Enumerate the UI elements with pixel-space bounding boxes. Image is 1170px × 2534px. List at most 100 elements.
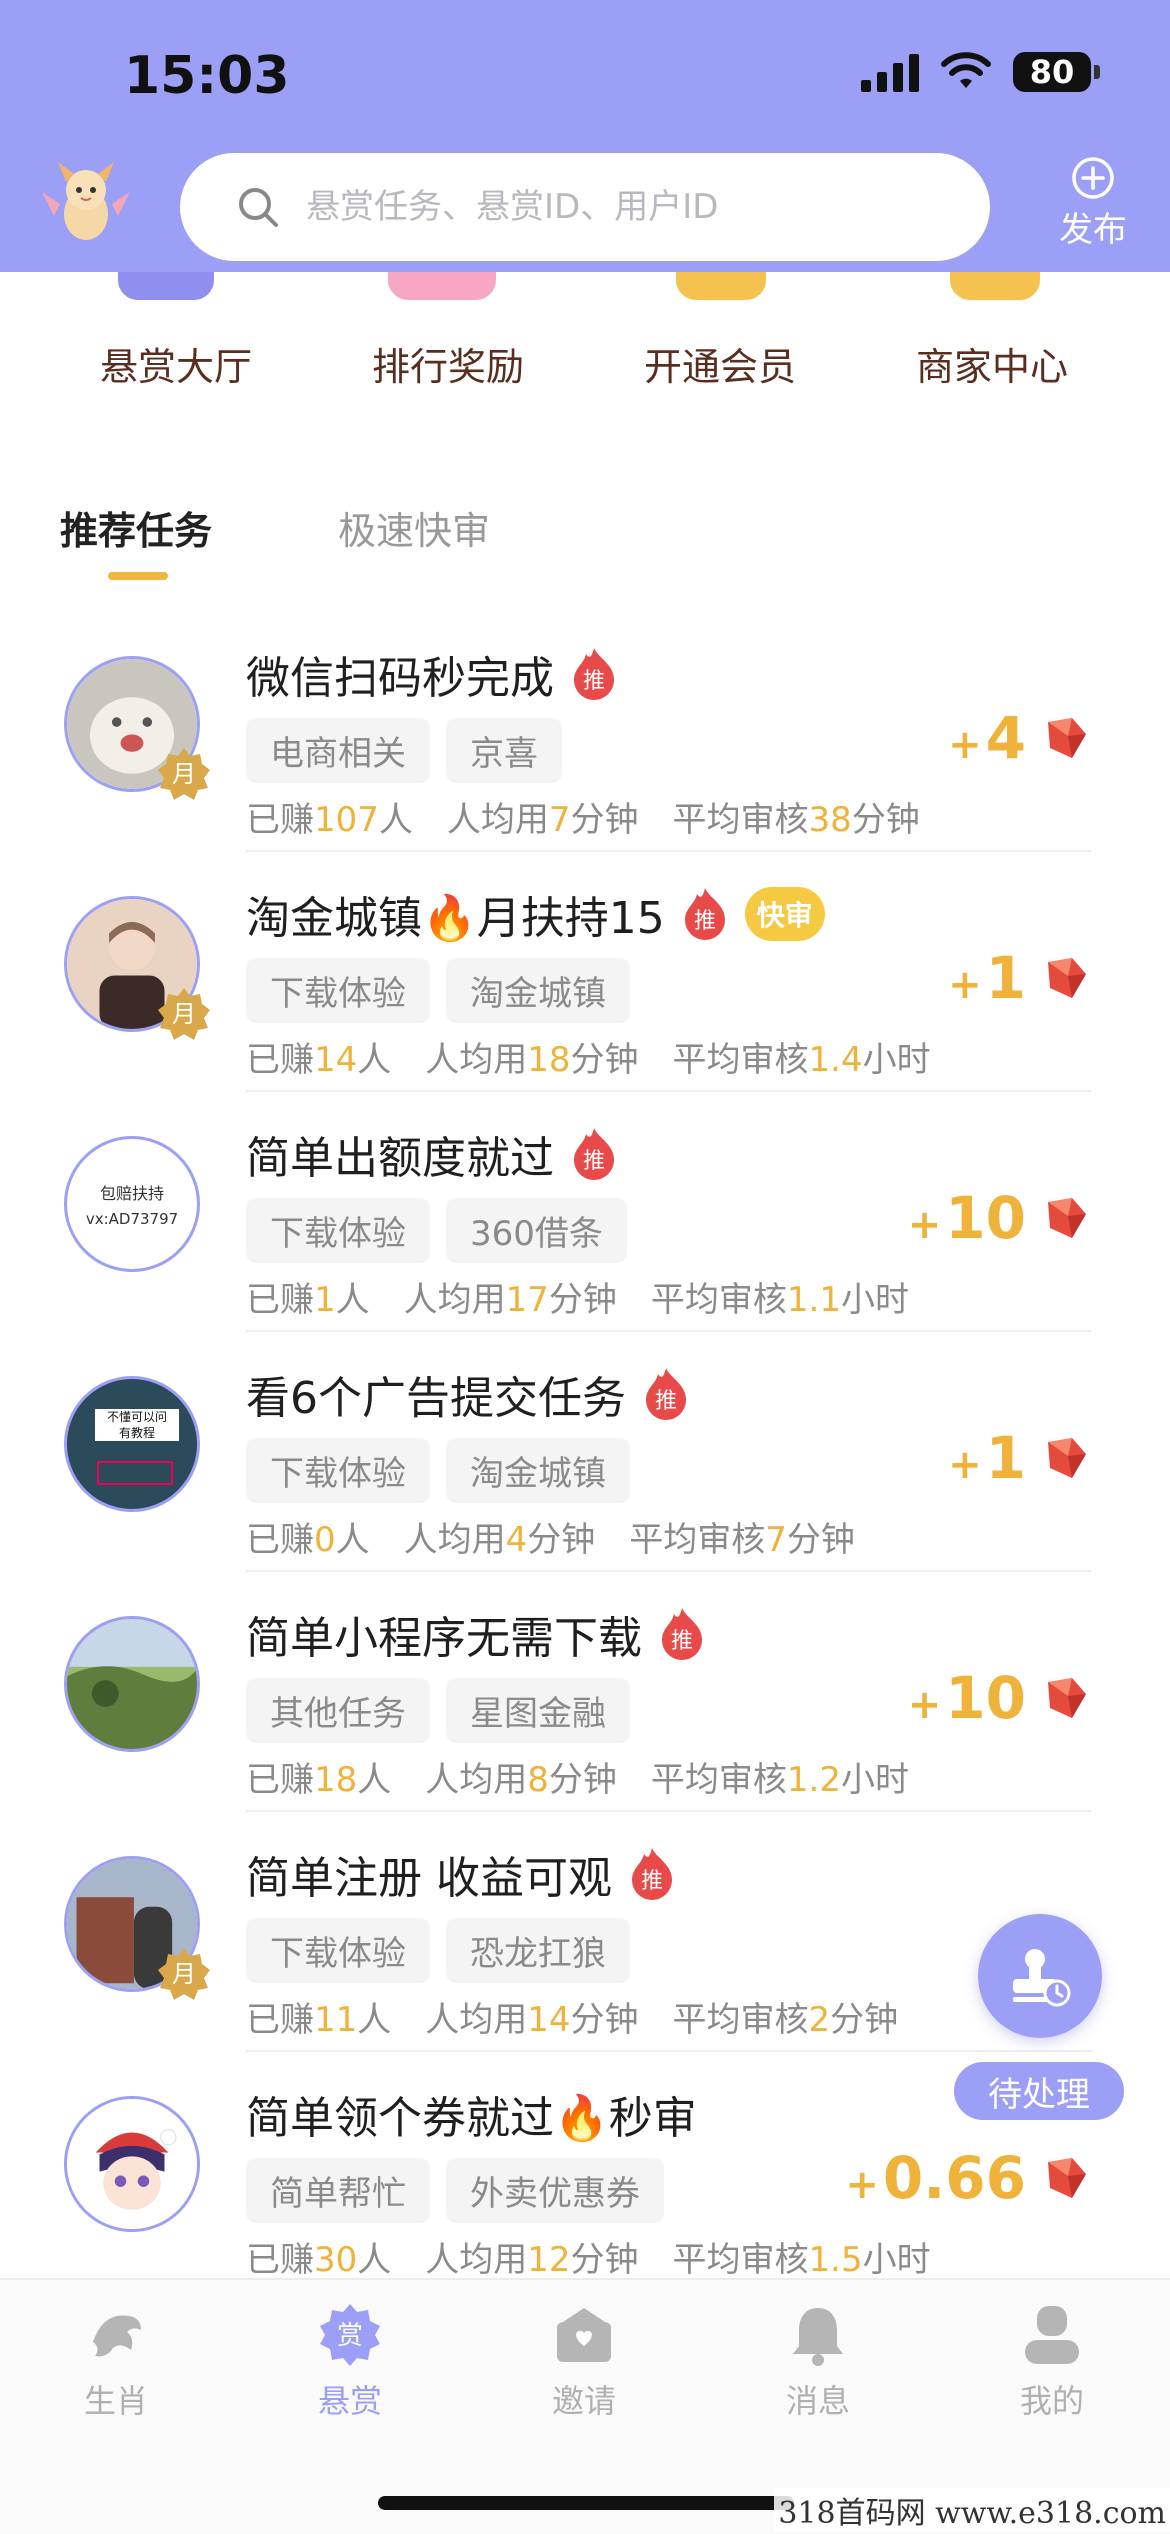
earned-stat: 已赚30人 bbox=[246, 2240, 392, 2280]
task-stats: 已赚0人 人均用4分钟 平均审核7分钟 bbox=[246, 1512, 855, 1561]
svg-text:赏: 赏 bbox=[337, 2321, 363, 2351]
tab-active-indicator bbox=[108, 572, 168, 580]
task-item[interactable]: 包赔扶持 vx:AD73797 简单出额度就过 推 下载体验 360借条 已赚1… bbox=[0, 1092, 1170, 1332]
avg-time-stat: 人均用17分钟 bbox=[403, 1280, 617, 1320]
ruby-icon bbox=[1048, 2158, 1086, 2198]
tab-recommended[interactable]: 推荐任务 bbox=[60, 500, 212, 555]
reward-amount: 1 bbox=[985, 944, 1026, 1012]
task-tags: 下载体验 淘金城镇 bbox=[246, 958, 630, 1023]
earned-stat: 已赚11人 bbox=[246, 2000, 392, 2040]
app-header: 15:03 80 悬赏任务、悬赏ID、用户ID 发布 bbox=[0, 0, 1170, 272]
home-indicator bbox=[378, 2496, 794, 2510]
svg-text:推: 推 bbox=[583, 669, 605, 694]
nav-invite[interactable]: 邀请 bbox=[504, 2302, 664, 2422]
search-input[interactable] bbox=[304, 186, 948, 228]
task-stats: 已赚107人 人均用7分钟 平均审核38分钟 bbox=[246, 792, 920, 841]
task-tag: 下载体验 bbox=[246, 1438, 430, 1503]
task-stats: 已赚18人 人均用8分钟 平均审核1.2小时 bbox=[246, 1752, 909, 1801]
task-stats: 已赚1人 人均用17分钟 平均审核1.1小时 bbox=[246, 1272, 909, 1321]
task-tag: 外卖优惠券 bbox=[446, 2158, 664, 2223]
task-title: 淘金城镇🔥月扶持15 bbox=[246, 893, 665, 944]
svg-text:推: 推 bbox=[655, 1389, 677, 1414]
avatar-text: vx:AD73797 bbox=[85, 1210, 179, 1228]
svg-text:月: 月 bbox=[172, 1000, 196, 1028]
task-title: 简单小程序无需下载 bbox=[246, 1613, 642, 1664]
nav-label: 邀请 bbox=[551, 2382, 616, 2420]
avg-time-stat: 人均用4分钟 bbox=[403, 1520, 596, 1560]
ruby-icon bbox=[1048, 958, 1086, 998]
task-reward: +4 bbox=[948, 704, 1090, 772]
battery-level: 80 bbox=[1013, 52, 1091, 92]
earned-stat: 已赚14人 bbox=[246, 1040, 392, 1080]
avatar-banner: 不懂可以问 有教程 bbox=[95, 1409, 179, 1441]
dragon-icon bbox=[93, 2315, 141, 2357]
recommend-flame-icon: 推 bbox=[574, 648, 614, 700]
task-tag: 下载体验 bbox=[246, 1918, 430, 1983]
task-tag: 电商相关 bbox=[246, 718, 430, 783]
task-tabs: 推荐任务 极速快审 bbox=[0, 492, 1170, 592]
reward-amount: 10 bbox=[945, 1184, 1026, 1252]
merchant-icon bbox=[950, 272, 1040, 300]
search-icon bbox=[239, 188, 278, 227]
task-item[interactable]: 月 微信扫码秒完成 推 电商相关 京喜 已赚107人 人均用7分钟 平均审核38… bbox=[0, 612, 1170, 852]
avg-time-stat: 人均用8分钟 bbox=[425, 1760, 617, 1800]
avatar-text: 包赔扶持 bbox=[99, 1184, 164, 1203]
search-box[interactable] bbox=[180, 153, 990, 261]
task-tag: 下载体验 bbox=[246, 958, 430, 1023]
tab-fast-review[interactable]: 极速快审 bbox=[338, 500, 490, 555]
pending-button[interactable]: 待处理 bbox=[954, 2062, 1124, 2120]
reward-amount: 0.66 bbox=[882, 2144, 1026, 2212]
hall-icon bbox=[118, 272, 214, 300]
recommend-flame-icon: 推 bbox=[574, 1128, 614, 1180]
task-reward: +0.66 bbox=[845, 2144, 1090, 2212]
task-title-row: 淘金城镇🔥月扶持15 推 快审 bbox=[246, 882, 825, 946]
publish-button[interactable]: 发布 bbox=[1052, 156, 1134, 251]
bell-icon bbox=[793, 2308, 843, 2366]
task-title: 简单注册 收益可观 bbox=[246, 1853, 612, 1904]
nav-reward[interactable]: 赏 悬赏 bbox=[270, 2302, 430, 2422]
avg-time-stat: 人均用7分钟 bbox=[446, 800, 639, 840]
cellular-signal-icon bbox=[861, 52, 919, 92]
avg-time-stat: 人均用18分钟 bbox=[425, 1040, 639, 1080]
quick-item-merchant[interactable]: 商家中心 bbox=[872, 336, 1112, 391]
svg-text:月: 月 bbox=[172, 1960, 196, 1988]
task-tags: 简单帮忙 外卖优惠券 bbox=[246, 2158, 664, 2223]
task-title-row: 简单领个券就过🔥秒审 bbox=[246, 2082, 697, 2146]
task-stats: 已赚11人 人均用14分钟 平均审核2分钟 bbox=[246, 1992, 898, 2041]
nav-messages[interactable]: 消息 bbox=[738, 2302, 898, 2422]
task-avatar: 不懂可以问 有教程 bbox=[64, 1376, 200, 1512]
task-tags: 其他任务 星图金融 bbox=[246, 1678, 630, 1743]
pending-fab-button[interactable] bbox=[978, 1914, 1102, 2038]
task-reward: +10 bbox=[908, 1664, 1090, 1732]
user-icon bbox=[1025, 2306, 1079, 2364]
task-item[interactable]: 简单小程序无需下载 推 其他任务 星图金融 已赚18人 人均用8分钟 平均审核1… bbox=[0, 1572, 1170, 1812]
svg-text:推: 推 bbox=[641, 1869, 663, 1894]
task-title: 简单领个券就过🔥秒审 bbox=[246, 2093, 697, 2144]
nav-zodiac[interactable]: 生肖 bbox=[36, 2302, 196, 2422]
task-item[interactable]: 不懂可以问 有教程 看6个广告提交任务 推 下载体验 淘金城镇 已赚0人 人均用4… bbox=[0, 1332, 1170, 1572]
recommend-flame-icon: 推 bbox=[632, 1848, 672, 1900]
task-title: 微信扫码秒完成 bbox=[246, 653, 554, 704]
svg-text:推: 推 bbox=[671, 1629, 693, 1654]
earned-stat: 已赚18人 bbox=[246, 1760, 392, 1800]
task-title-row: 简单注册 收益可观 推 bbox=[246, 1842, 678, 1906]
review-time-stat: 平均审核1.4小时 bbox=[672, 1040, 931, 1080]
watermark-text: 318首码网 www.e318.com bbox=[774, 2488, 1170, 2532]
nav-profile[interactable]: 我的 bbox=[972, 2302, 1132, 2422]
quick-item-hall[interactable]: 悬赏大厅 bbox=[56, 336, 296, 391]
svg-text:推: 推 bbox=[694, 909, 716, 934]
task-title-row: 看6个广告提交任务 推 bbox=[246, 1362, 692, 1426]
task-stats: 已赚14人 人均用18分钟 平均审核1.4小时 bbox=[246, 1032, 931, 1081]
task-title-row: 微信扫码秒完成 推 bbox=[246, 642, 620, 706]
task-title-row: 简单出额度就过 推 bbox=[246, 1122, 620, 1186]
quick-item-vip[interactable]: 开通会员 bbox=[600, 336, 840, 391]
stamp-clock-icon bbox=[1013, 1949, 1071, 2007]
dragon-mascot-icon[interactable] bbox=[36, 152, 136, 252]
svg-text:推: 推 bbox=[583, 1149, 605, 1174]
quick-item-ranking[interactable]: 排行奖励 bbox=[328, 336, 568, 391]
fast-review-badge: 快审 bbox=[744, 887, 825, 941]
earned-stat: 已赚0人 bbox=[246, 1520, 370, 1560]
task-tags: 下载体验 360借条 bbox=[246, 1198, 627, 1263]
task-item[interactable]: 月 淘金城镇🔥月扶持15 推 快审 下载体验 淘金城镇 已赚14人 人均用18分… bbox=[0, 852, 1170, 1092]
svg-text:月: 月 bbox=[172, 760, 196, 788]
